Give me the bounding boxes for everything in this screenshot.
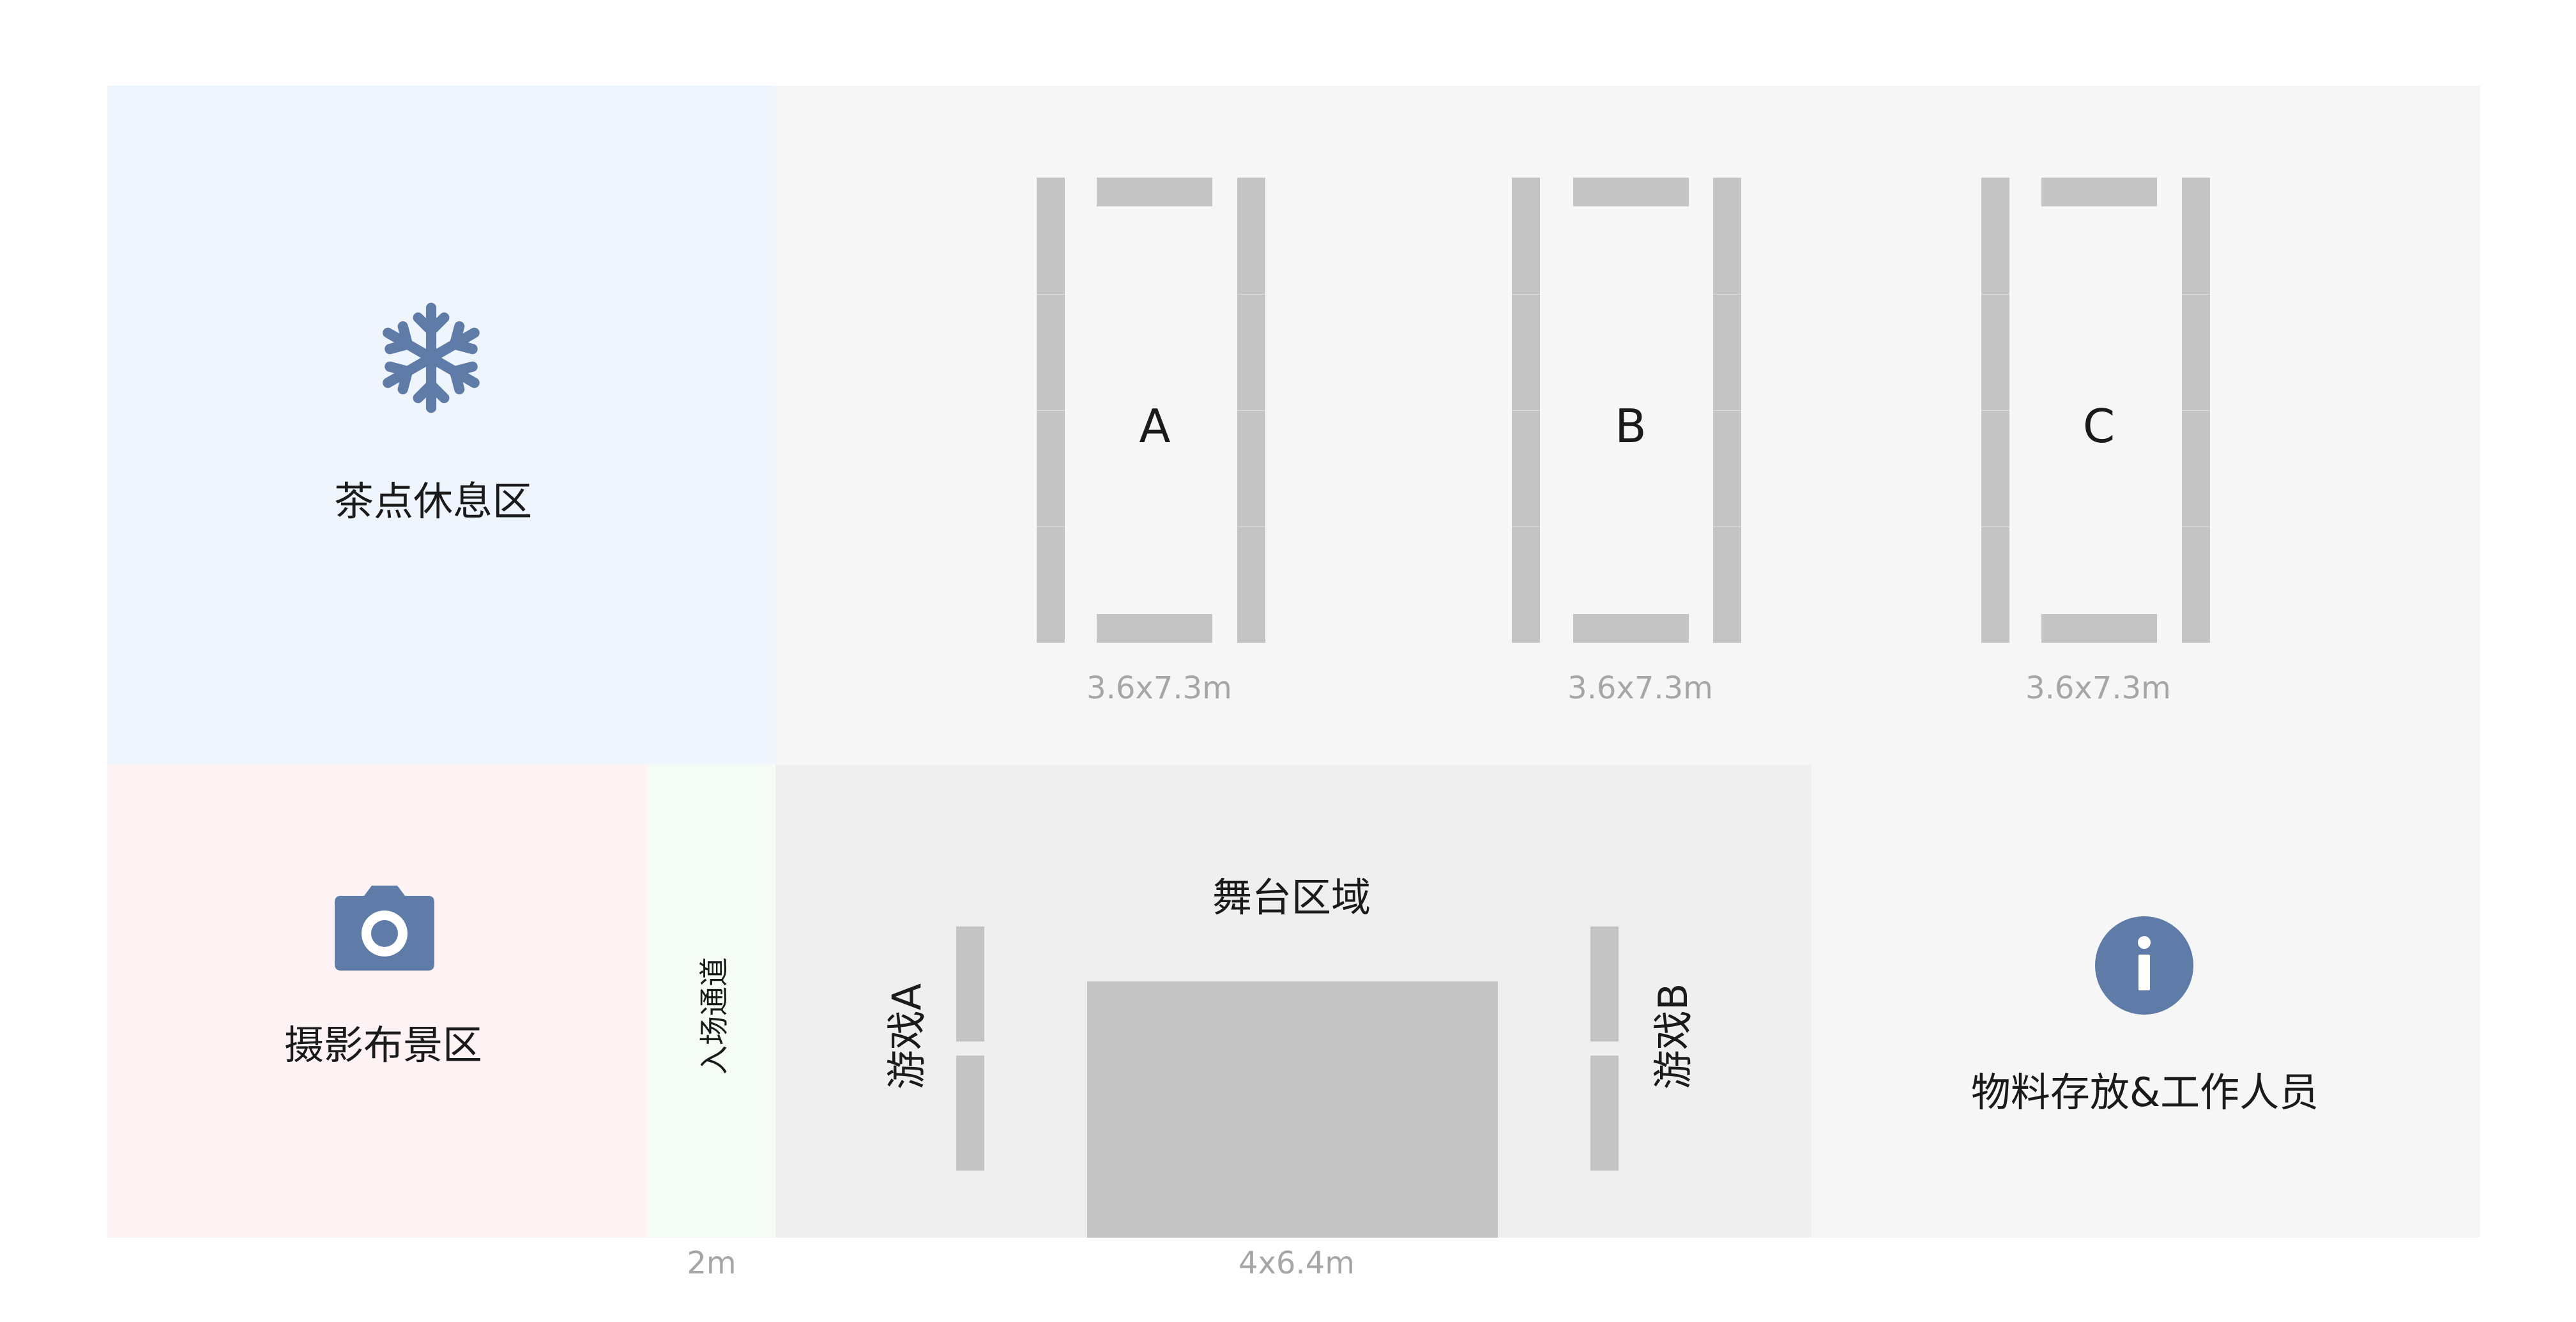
materials-label: 物料存放&工作人员 [1970, 1069, 2319, 1116]
camera-icon [335, 886, 434, 971]
booth-c-top-bar [2041, 178, 2157, 206]
booth-c-left-bar [1981, 178, 2009, 643]
stage-area-label: 舞台区域 [1212, 874, 1371, 921]
info-icon [2095, 916, 2193, 1015]
snowflake-icon [383, 302, 480, 413]
stage-platform [1087, 981, 1498, 1238]
entrance-width-label: 2m [687, 1245, 736, 1281]
entrance-label: 入场通道 [697, 957, 731, 1075]
booth-c-size-label: 3.6x7.3m [2025, 670, 2171, 706]
booth-b-bottom-bar [1573, 614, 1689, 643]
booth-b-top-bar [1573, 178, 1689, 206]
booth-a-left-bar [1037, 178, 1065, 643]
booth-b-left-bar [1512, 178, 1540, 643]
game-b-table-top [1590, 926, 1619, 1041]
photo-area-label: 摄影布景区 [284, 1022, 483, 1068]
booth-b-right-bar [1713, 178, 1741, 643]
game-a-table-top [956, 926, 984, 1041]
booth-a-top-bar [1097, 178, 1212, 206]
booth-c-bottom-bar [2041, 614, 2157, 643]
booth-a-label: A [1139, 399, 1171, 453]
game-a-table-bottom [956, 1056, 984, 1171]
booth-b-label: B [1615, 399, 1647, 453]
booth-c-right-bar [2182, 178, 2210, 643]
booth-c-label: C [2082, 399, 2115, 453]
game-a-label: 游戏A [883, 983, 930, 1090]
floor-plan: 茶点休息区 摄影布景区 入场通道 2m 舞台区域 4x6.4m 游戏A 游戏B … [0, 0, 2576, 1322]
tea-break-zone [107, 86, 775, 764]
booth-b-size-label: 3.6x7.3m [1567, 670, 1713, 706]
stage-size-label: 4x6.4m [1238, 1245, 1355, 1281]
game-b-table-bottom [1590, 1056, 1619, 1171]
booth-a-bottom-bar [1097, 614, 1212, 643]
photo-area-zone [107, 765, 647, 1238]
tea-break-label: 茶点休息区 [333, 478, 533, 525]
booth-a-size-label: 3.6x7.3m [1086, 670, 1232, 706]
game-b-label: 游戏B [1650, 983, 1696, 1090]
booth-a-right-bar [1237, 178, 1265, 643]
